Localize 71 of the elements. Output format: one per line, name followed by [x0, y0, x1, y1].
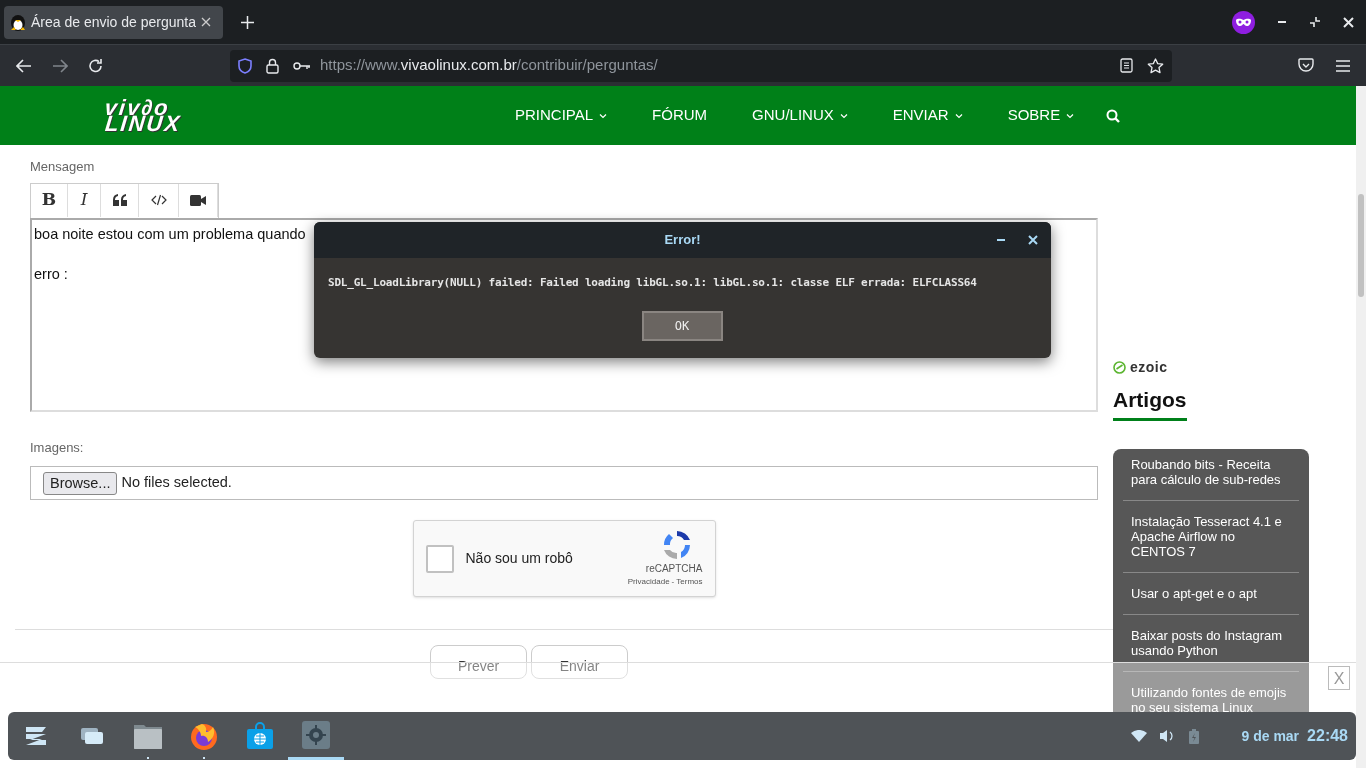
field-label: Mensagem: [30, 158, 96, 176]
url-text: https://www.vivaolinux.com.br/contribuir/perguntas/: [320, 55, 658, 76]
file-status: No files selected.: [121, 473, 232, 493]
address-bar[interactable]: https://www.vivaolinux.com.br/contribuir/perguntas/: [230, 49, 1172, 82]
taskbar-date: 9 de mar: [1241, 726, 1300, 746]
store-bag-icon: [246, 722, 274, 750]
penguin-icon: [10, 13, 26, 31]
link-separator: -: [671, 576, 675, 588]
privacy-link[interactable]: Privacidade: [627, 576, 670, 588]
sidebar-heading: Artigos: [1113, 384, 1187, 421]
browse-button[interactable]: Browse...: [43, 471, 118, 495]
terms-link[interactable]: Termos: [676, 576, 703, 588]
file-input[interactable]: Browse... No files selected.: [30, 466, 1098, 500]
article-link[interactable]: Roubando bits - Receita para cálculo de sub-redes: [1123, 448, 1299, 500]
restore-icon[interactable]: [1309, 16, 1321, 28]
chevron-down-icon: [599, 112, 608, 119]
nav-link[interactable]: GNU/LINUX: [739, 104, 861, 127]
recaptcha-brand: reCAPTCHA: [645, 562, 703, 576]
video-camera-icon: [190, 194, 206, 206]
reload-icon[interactable]: [88, 57, 104, 74]
windows-icon: [80, 727, 104, 745]
taskbar-clock: 22:48: [1307, 726, 1348, 746]
chevron-down-icon: [1066, 112, 1075, 119]
private-mask-icon: [1232, 10, 1255, 34]
nav-link[interactable]: PRINCIPAL: [502, 104, 621, 127]
article-link[interactable]: Instalação Tesseract 4.1 e Apache Airflow no CENTOS 7: [1123, 499, 1299, 572]
ok-button[interactable]: OK: [641, 310, 723, 341]
volume-icon: [1159, 729, 1176, 743]
article-link[interactable]: Baixar posts do Instagram usando Python: [1123, 613, 1299, 671]
chevron-down-icon: [954, 112, 963, 119]
site-logo[interactable]: viv∂o LINUX: [102, 99, 184, 132]
bookmark-star-icon[interactable]: [1147, 57, 1164, 74]
article-link[interactable]: Usar o apt-get e o apt: [1123, 571, 1299, 614]
form-button[interactable]: Enviar: [531, 645, 628, 679]
shield-icon: [238, 57, 252, 74]
nav-link[interactable]: SOBRE: [994, 104, 1088, 127]
key-icon: [293, 60, 311, 71]
new-tab-icon[interactable]: [241, 15, 254, 29]
folder-icon: [133, 722, 163, 750]
field-label: Imagens:: [30, 438, 85, 457]
message-text: erro :: [34, 265, 68, 285]
message-text: boa noite estou com um problema quando: [34, 224, 306, 244]
error-message: SDL_GL_LoadLibrary(NULL) failed: Failed loading libGL.so.1: libGL.so.1: classe ELF errada: ELFCLASS64: [328, 275, 978, 291]
battery-icon: [1189, 728, 1200, 744]
running-indicator-icon: [203, 757, 205, 759]
quote-icon: [112, 194, 127, 206]
reader-view-icon[interactable]: [1120, 58, 1133, 73]
browser-icon: [189, 721, 219, 751]
back-icon[interactable]: [16, 58, 32, 73]
dialog-title: Error!: [664, 231, 701, 250]
form-button[interactable]: Prever: [430, 645, 527, 679]
close-icon[interactable]: [1343, 16, 1354, 28]
search-icon[interactable]: [1106, 108, 1121, 123]
tab-title: Área de envio de pergunta: [31, 12, 196, 32]
nav-link[interactable]: FÓRUM: [639, 104, 721, 127]
forward-icon[interactable]: [52, 58, 68, 73]
ad-brand: ezoic: [1130, 358, 1168, 377]
running-indicator-icon: [147, 757, 149, 759]
nav-link[interactable]: ENVIAR: [879, 104, 976, 127]
recaptcha-checkbox[interactable]: [425, 544, 454, 573]
code-icon: [150, 194, 167, 206]
chevron-down-icon: [839, 112, 848, 119]
close-icon[interactable]: [201, 17, 211, 27]
lock-icon: [266, 57, 279, 74]
close-icon[interactable]: [1028, 235, 1038, 245]
browser-tab[interactable]: Área de envio de pergunta: [4, 5, 223, 39]
ezoic-logo-icon: [1113, 361, 1126, 374]
menu-icon[interactable]: [1336, 59, 1350, 72]
recaptcha-label: Não sou um robô: [465, 549, 574, 568]
wifi-icon: [1131, 730, 1148, 742]
pocket-icon[interactable]: [1298, 58, 1314, 73]
